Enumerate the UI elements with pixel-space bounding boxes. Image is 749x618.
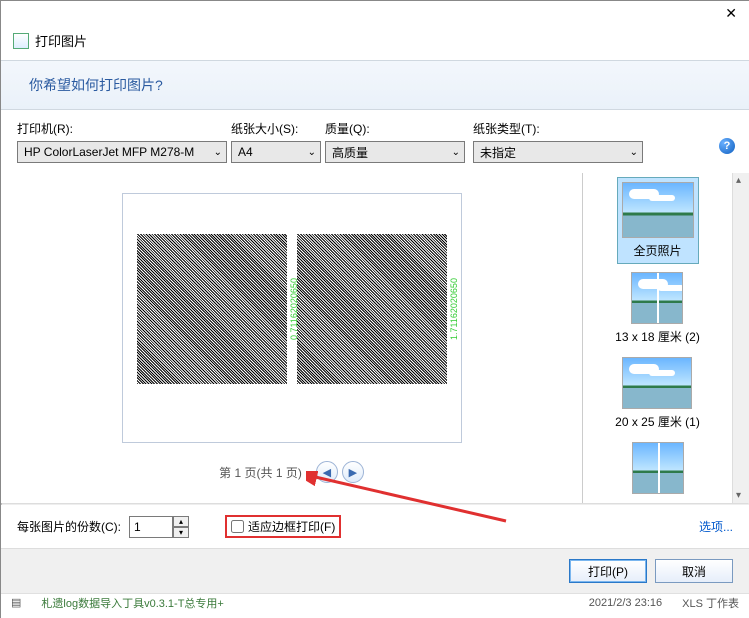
paper-size-label: 纸张大小(S): (231, 120, 321, 137)
copies-up-button[interactable]: ▴ (173, 516, 189, 527)
paper-size-select[interactable]: A4⌄ (231, 141, 321, 163)
status-filename: 札遗log数据导入丁具v0.3.1-T总专用+ (41, 595, 568, 611)
layout-20x25[interactable]: 20 x 25 厘米 (1) (611, 353, 704, 434)
copies-label: 每张图片的份数(C): (17, 518, 121, 535)
fit-frame-checkbox-group[interactable]: 适应边框打印(F) (225, 515, 341, 538)
layout-more[interactable] (628, 438, 688, 502)
layout-13x18[interactable]: 13 x 18 厘米 (2) (611, 268, 704, 349)
layout-full-page[interactable]: 全页照片 (617, 177, 699, 264)
help-icon[interactable]: ? (719, 138, 735, 154)
chevron-down-icon: ⌄ (308, 147, 316, 158)
paper-type-label: 纸张类型(T): (473, 120, 643, 137)
preview-image-left (137, 234, 287, 384)
window-title: 打印图片 (35, 31, 87, 50)
copies-down-button[interactable]: ▾ (173, 527, 189, 538)
paper-type-select[interactable]: 未指定⌄ (473, 141, 643, 163)
preview-image-right (297, 234, 447, 384)
status-date: 2021/2/3 23:16 (589, 597, 662, 609)
print-preview (122, 193, 462, 443)
print-button[interactable]: 打印(P) (569, 559, 647, 583)
quality-label: 质量(Q): (325, 120, 465, 137)
layout-scrollbar[interactable] (732, 173, 749, 503)
pager-text: 第 1 页(共 1 页) (219, 464, 302, 481)
status-bar: ▤ 札遗log数据导入丁具v0.3.1-T总专用+ 2021/2/3 23:16… (1, 593, 749, 611)
doc-type-icon: ▤ (11, 596, 21, 609)
fit-frame-checkbox[interactable] (231, 520, 244, 533)
fit-frame-label: 适应边框打印(F) (248, 518, 335, 535)
copies-input[interactable] (129, 516, 173, 538)
chevron-down-icon: ⌄ (630, 147, 638, 158)
next-page-button[interactable]: ▶ (342, 461, 364, 483)
layout-list: 全页照片 13 x 18 厘米 (2) 20 x 25 厘米 (1) (582, 173, 732, 503)
app-icon (13, 33, 29, 49)
chevron-down-icon: ⌄ (214, 147, 222, 158)
close-icon[interactable]: ✕ (725, 5, 737, 25)
quality-select[interactable]: 高质量⌄ (325, 141, 465, 163)
banner-question: 你希望如何打印图片? (1, 60, 749, 110)
chevron-down-icon: ⌄ (452, 147, 460, 158)
printer-select[interactable]: HP ColorLaserJet MFP M278-M⌄ (17, 141, 227, 163)
prev-page-button[interactable]: ◀ (316, 461, 338, 483)
status-type: XLS 丁作表 (682, 595, 739, 611)
options-link[interactable]: 选项... (699, 518, 733, 535)
cancel-button[interactable]: 取消 (655, 559, 733, 583)
printer-label: 打印机(R): (17, 120, 227, 137)
